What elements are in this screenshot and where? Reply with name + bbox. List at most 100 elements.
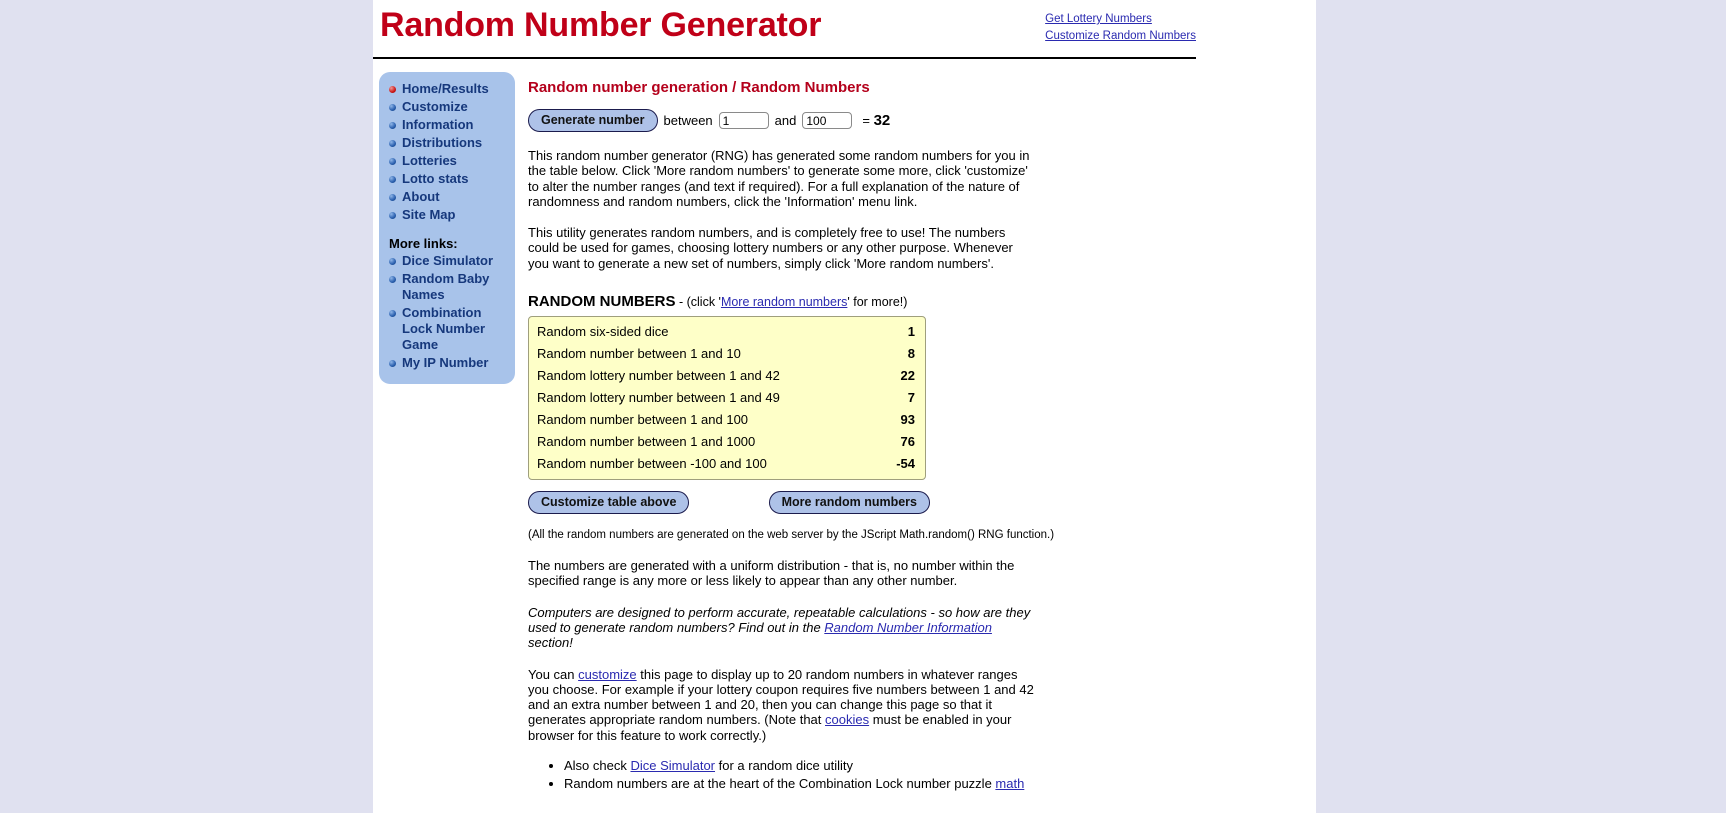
site-header: Random Number Generator Get Lottery Numb…: [373, 0, 1316, 59]
and-label: and: [774, 113, 797, 128]
sidebar-item-home-results[interactable]: Home/Results: [385, 81, 509, 97]
result-label: Random number between -100 and 100: [537, 456, 767, 472]
bullet-icon: [389, 194, 396, 201]
table-row: Random number between -100 and 100 -54: [529, 453, 925, 475]
sidebar-item-label[interactable]: Distributions: [402, 135, 482, 150]
sidebar-more-links: Dice Simulator Random Baby Names Combina…: [385, 253, 509, 371]
results-table: Random six-sided dice 1 Random number be…: [529, 321, 925, 475]
results-table-container: Random six-sided dice 1 Random number be…: [528, 316, 926, 481]
sidebar-item-label[interactable]: My IP Number: [402, 355, 488, 370]
table-button-row: Customize table above More random number…: [528, 491, 930, 515]
sidebar-item-lotteries[interactable]: Lotteries: [385, 153, 509, 169]
sidebar-item-label[interactable]: Lotto stats: [402, 171, 468, 186]
random-numbers-heading-text: RANDOM NUMBERS: [528, 293, 676, 311]
sidebar-item-information[interactable]: Information: [385, 117, 509, 133]
list-item: Random numbers are at the heart of the C…: [564, 775, 1248, 792]
table-row: Random lottery number between 1 and 49 7: [529, 387, 925, 409]
sidebar-item-label[interactable]: About: [402, 189, 440, 204]
result-value: 7: [907, 390, 915, 406]
equals-label: =: [862, 113, 870, 128]
generator-result: = 32: [862, 112, 890, 129]
bullet-icon: [389, 140, 396, 147]
content-frame: Random Number Generator Get Lottery Numb…: [373, 0, 1316, 813]
bullet-icon: [389, 104, 396, 111]
customize-link[interactable]: customize: [578, 667, 637, 682]
sidebar-item-distributions[interactable]: Distributions: [385, 135, 509, 151]
sidebar-item-label[interactable]: Home/Results: [402, 81, 489, 96]
sidebar-item-label[interactable]: Random Baby Names: [402, 271, 489, 302]
result-label: Random lottery number between 1 and 49: [537, 390, 780, 406]
bullet-icon: [389, 122, 396, 129]
more-random-numbers-button[interactable]: More random numbers: [768, 491, 930, 515]
more-random-numbers-link[interactable]: More random numbers: [721, 295, 847, 309]
sidebar-item-label[interactable]: Customize: [402, 99, 468, 114]
bullet-icon: [389, 86, 396, 93]
bullet-icon: [389, 176, 396, 183]
generator-row: Generate number between and = 32: [528, 109, 1248, 132]
max-value-input[interactable]: [802, 112, 853, 129]
dice-simulator-link[interactable]: Dice Simulator: [630, 758, 715, 773]
result-label: Random lottery number between 1 and 42: [537, 368, 780, 384]
table-row: Random number between 1 and 1000 76: [529, 431, 925, 453]
intro-paragraph-1: This random number generator (RNG) has g…: [528, 148, 1030, 209]
uniform-distribution-paragraph: The numbers are generated with a uniform…: [528, 558, 1015, 589]
table-row: Random six-sided dice 1: [529, 321, 925, 343]
between-label: between: [663, 113, 713, 128]
bottom-bullet-list: Also check Dice Simulator for a random d…: [528, 757, 1248, 792]
result-label: Random number between 1 and 1000: [537, 434, 756, 450]
result-label: Random six-sided dice: [537, 324, 669, 340]
computers-paragraph-post: section!: [528, 635, 573, 651]
customize-paragraph-part-1: You can: [528, 666, 579, 682]
customize-paragraph: You can customize this page to display u…: [528, 667, 1036, 743]
bullet-icon: [389, 258, 396, 265]
sidebar-nav: Home/Results Customize Information Distr…: [385, 81, 509, 223]
bullet-icon: [389, 360, 396, 367]
sidebar-item-site-map[interactable]: Site Map: [385, 207, 509, 223]
sidebar-item-dice-simulator[interactable]: Dice Simulator: [385, 253, 509, 269]
heading-sub-pre: - (click ': [675, 295, 721, 310]
heading-sub-post: ' for more!): [847, 295, 908, 310]
sidebar-item-about[interactable]: About: [385, 189, 509, 205]
header-link-customize-random-numbers[interactable]: Customize Random Numbers: [1045, 28, 1196, 45]
result-value: -54: [896, 456, 915, 472]
list-item-pre: Random numbers are at the heart of the C…: [564, 776, 996, 792]
sidebar-item-label[interactable]: Site Map: [402, 207, 455, 222]
sidebar-item-customize[interactable]: Customize: [385, 99, 509, 115]
bullet-icon: [389, 158, 396, 165]
more-links-title: More links:: [389, 236, 458, 251]
sidebar-item-label[interactable]: Combination Lock Number Game: [402, 305, 485, 352]
sidebar-item-combination-lock-number-game[interactable]: Combination Lock Number Game: [385, 305, 509, 353]
list-item-post: for a random dice utility: [715, 758, 854, 774]
generator-result-value: 32: [873, 112, 891, 129]
generate-number-button[interactable]: Generate number: [528, 109, 658, 132]
random-numbers-heading-sub: - (click 'More random numbers' for more!…: [675, 295, 908, 310]
header-link-get-lottery-numbers[interactable]: Get Lottery Numbers: [1045, 11, 1196, 28]
min-value-input[interactable]: [718, 112, 769, 129]
table-row: Random number between 1 and 10 8: [529, 343, 925, 365]
sidebar-item-label[interactable]: Information: [402, 117, 474, 132]
sidebar-item-lotto-stats[interactable]: Lotto stats: [385, 171, 509, 187]
page-title: Random number generation / Random Number…: [528, 79, 870, 96]
sidebar-item-my-ip-number[interactable]: My IP Number: [385, 355, 509, 371]
intro-paragraph-2: This utility generates random numbers, a…: [528, 225, 1013, 271]
sidebar: Home/Results Customize Information Distr…: [379, 72, 515, 384]
math-link[interactable]: math: [995, 776, 1024, 791]
result-value: 76: [900, 434, 915, 450]
list-item-pre: Also check: [564, 758, 631, 774]
random-number-information-link[interactable]: Random Number Information: [824, 620, 992, 635]
sidebar-item-random-baby-names[interactable]: Random Baby Names: [385, 271, 509, 303]
result-label: Random number between 1 and 10: [537, 346, 741, 362]
cookies-link[interactable]: cookies: [825, 712, 869, 727]
result-value: 22: [900, 368, 915, 384]
sidebar-item-label[interactable]: Lotteries: [402, 153, 457, 168]
bullet-icon: [389, 310, 396, 317]
customize-table-button[interactable]: Customize table above: [528, 491, 690, 515]
page-root: Random Number Generator Get Lottery Numb…: [0, 0, 1726, 813]
sidebar-item-label[interactable]: Dice Simulator: [402, 253, 493, 268]
table-row: Random lottery number between 1 and 42 2…: [529, 365, 925, 387]
main-content: Random number generation / Random Number…: [528, 59, 1248, 793]
list-item: Also check Dice Simulator for a random d…: [564, 757, 1248, 774]
table-row: Random number between 1 and 100 93: [529, 409, 925, 431]
result-value: 93: [900, 412, 915, 428]
bullet-icon: [389, 276, 396, 283]
